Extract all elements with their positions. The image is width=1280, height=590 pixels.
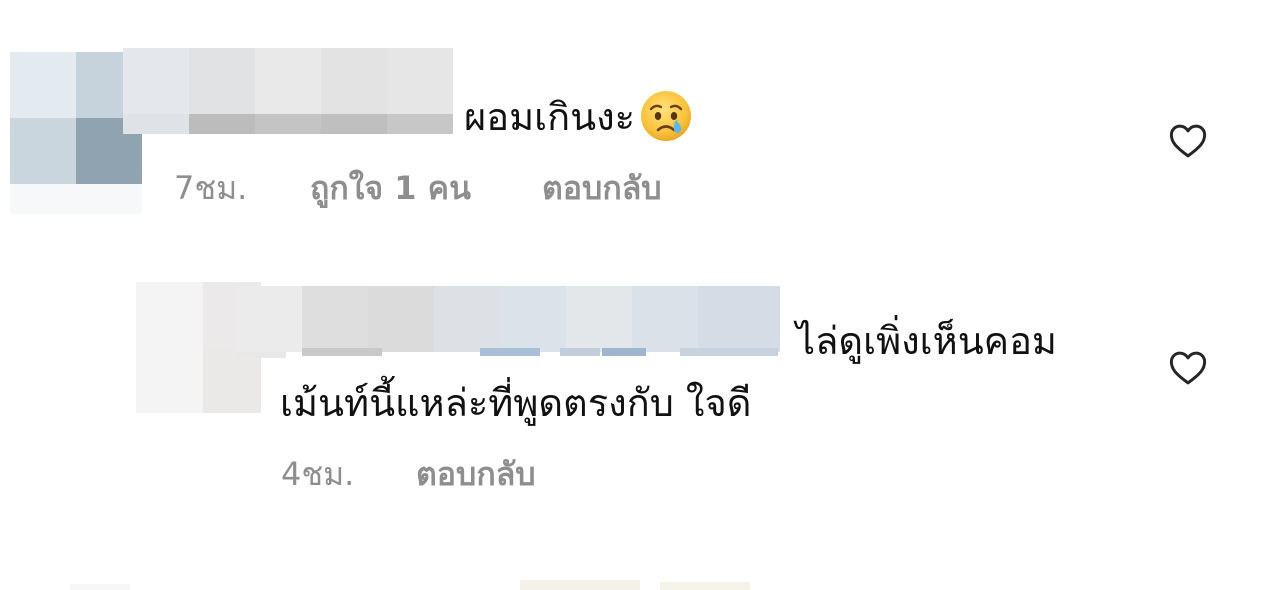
heart-icon[interactable] xyxy=(1167,347,1209,389)
comment-text-line1: ไล่ดูเพิ่งเห็นคอม xyxy=(796,319,1057,363)
comment-time: 7ชม. xyxy=(174,169,248,207)
reply-button[interactable]: ตอบกลับ xyxy=(542,168,662,208)
likes-count-link[interactable]: ถูกใจ 1 คน xyxy=(310,168,471,208)
comments-panel: ผอมเกินงะ 7ชม. ถูกใจ 1 คน ตอบกลับ ไล่ดูเ… xyxy=(0,0,1280,590)
comment-time: 4ชม. xyxy=(281,455,355,493)
heart-icon[interactable] xyxy=(1167,120,1209,162)
comment-text-line2: เม้นท์นี้แหล่ะที่พูดตรงกับ ใจดี xyxy=(280,381,752,425)
comment-text: ผอมเกินงะ xyxy=(464,84,693,150)
reply-button[interactable]: ตอบกลับ xyxy=(416,454,536,494)
crying-face-icon xyxy=(639,89,693,143)
